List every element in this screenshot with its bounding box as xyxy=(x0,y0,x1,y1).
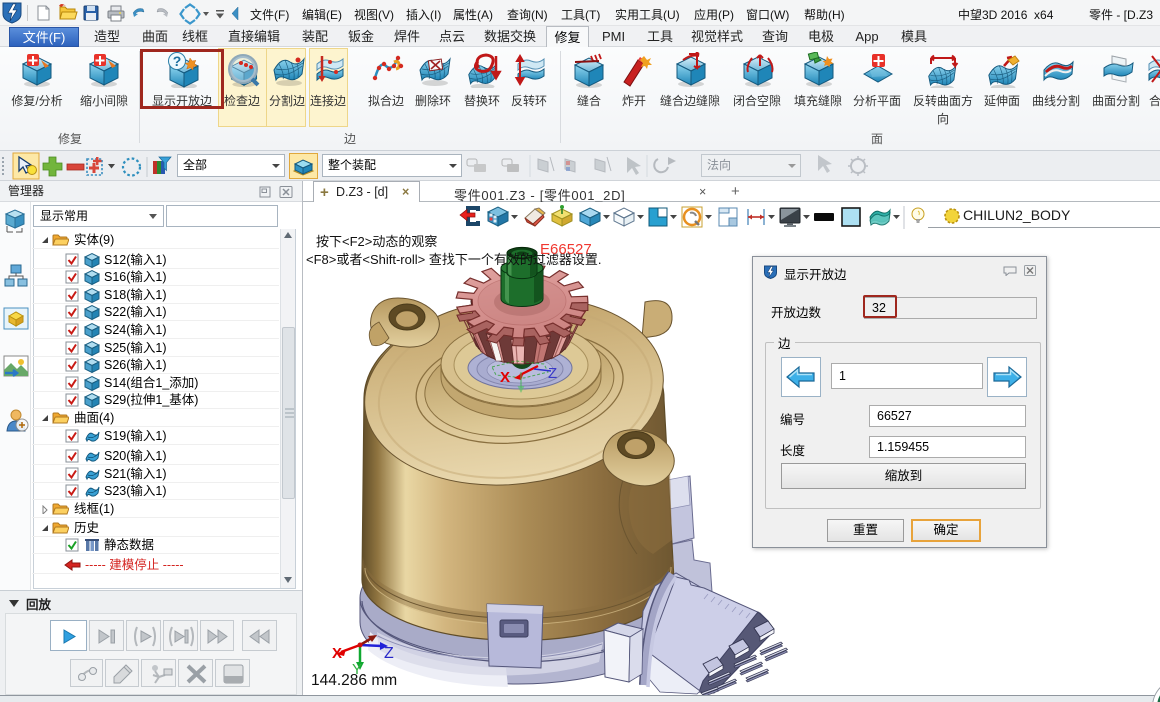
svg-text:Z: Z xyxy=(548,365,557,382)
svg-text:Z: Z xyxy=(384,645,394,662)
svg-text:X: X xyxy=(500,369,510,386)
svg-text:X: X xyxy=(332,645,342,662)
